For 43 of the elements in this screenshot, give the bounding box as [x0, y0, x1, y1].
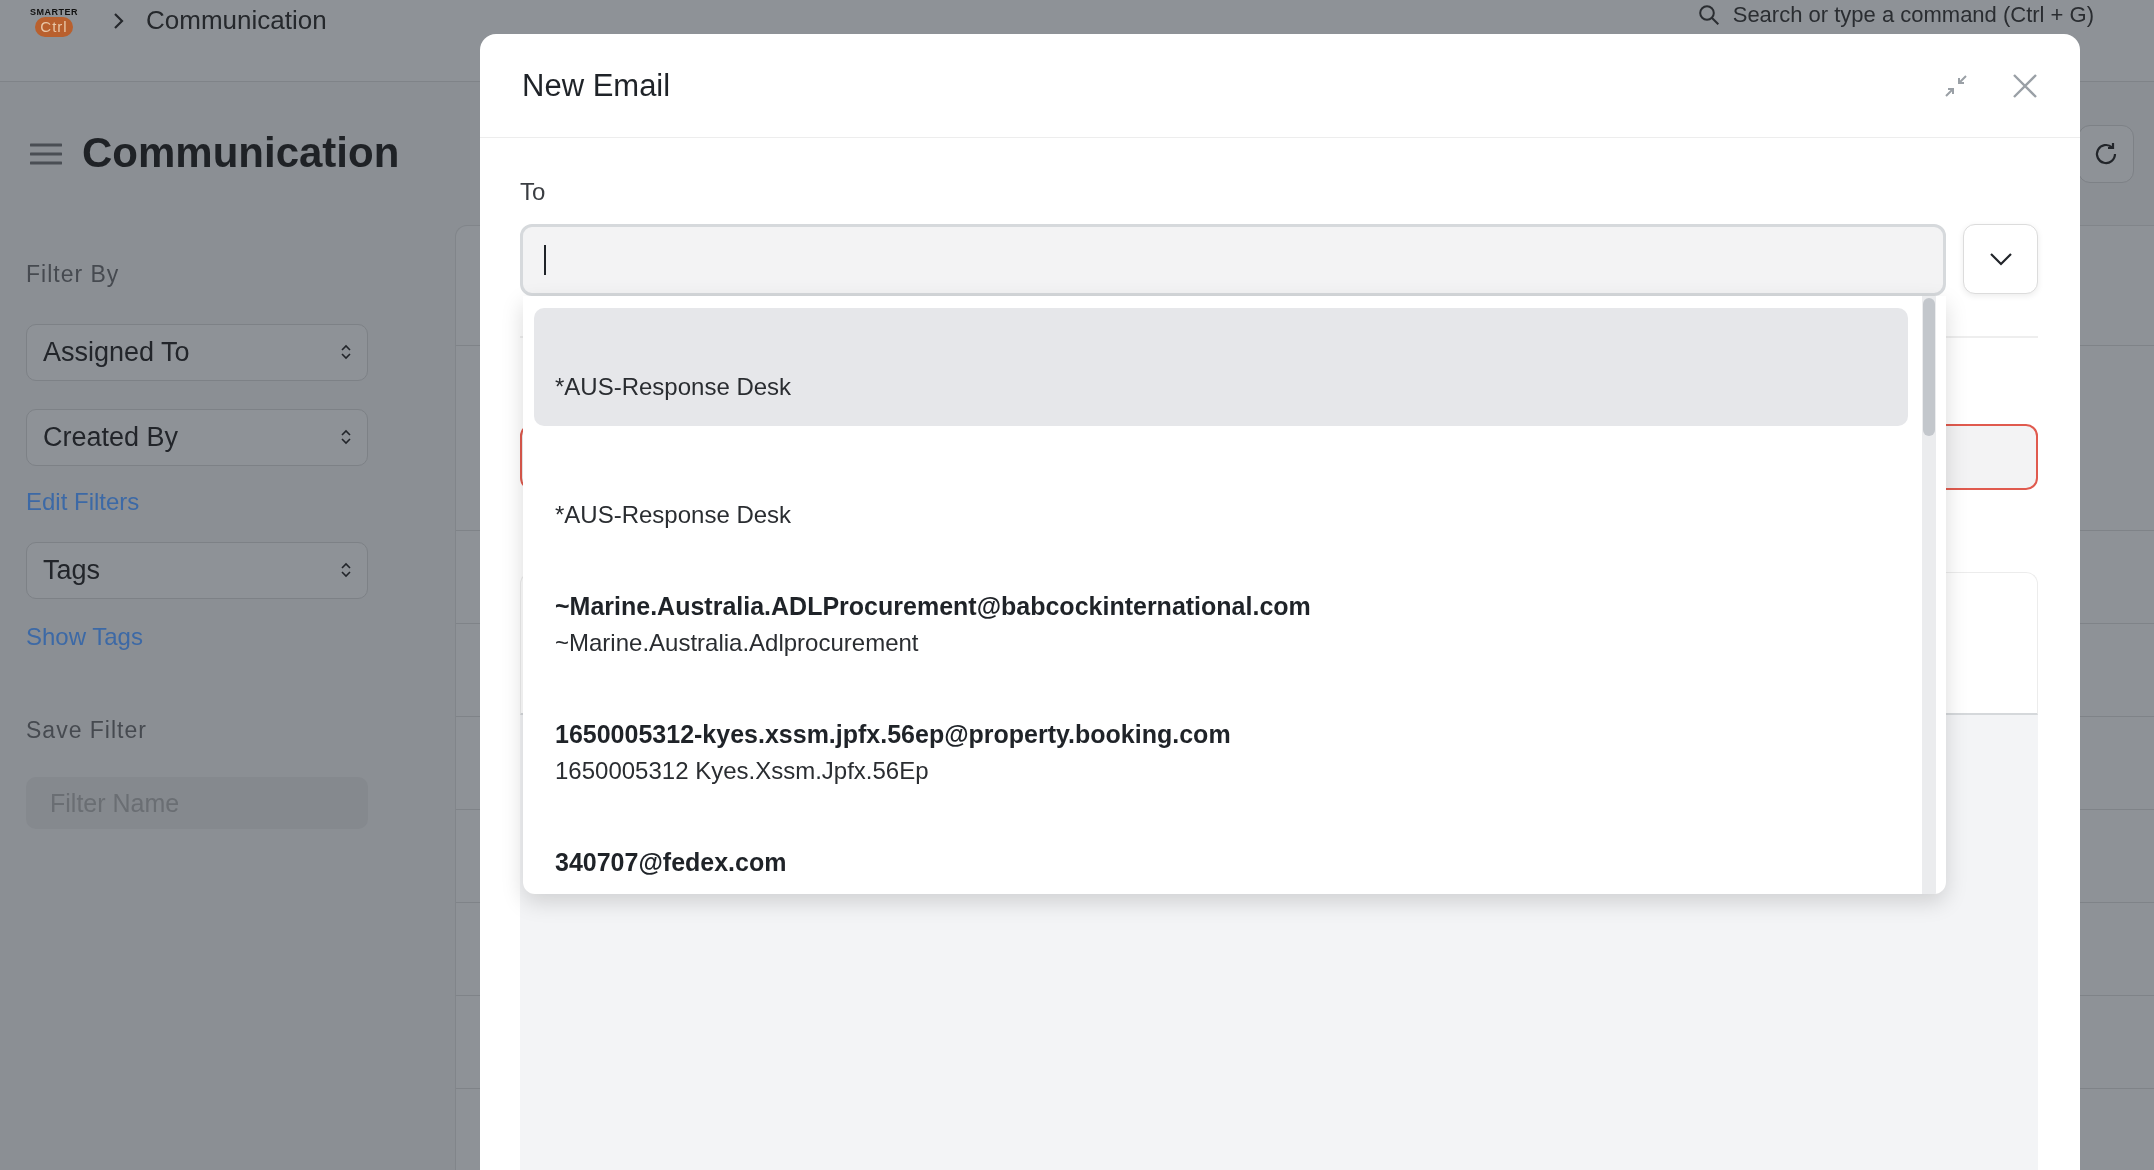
breadcrumb-link[interactable]: Communication — [146, 1, 327, 40]
text-cursor — [544, 245, 546, 275]
to-field[interactable] — [520, 224, 1946, 296]
sort-arrows-icon — [341, 429, 351, 445]
search-icon — [1698, 4, 1719, 25]
scrollbar-thumb[interactable] — [1923, 298, 1935, 436]
dropdown-button[interactable] — [1963, 224, 2038, 294]
page-title: Communication — [82, 128, 400, 179]
close-icon — [2012, 72, 2038, 99]
close-button[interactable] — [2012, 72, 2038, 99]
logo-text: Ctrl — [35, 17, 73, 37]
refresh-button[interactable] — [2078, 124, 2134, 183]
suggestion-item[interactable]: 1650005312-kyes.xssm.jpfx.56ep@property.booking.com 1650005312 Kyes.Xssm.Jpfx.56Ep — [534, 692, 1908, 810]
filter-select[interactable]: Tags — [26, 541, 368, 599]
suggestion-email: 340707@fedex.com — [555, 847, 788, 878]
dialog-title: New Email — [522, 66, 671, 105]
suggestion-item[interactable]: *AUS-Response Desk — [534, 308, 1908, 426]
search-field[interactable]: Search or type a command (Ctrl + G) — [1732, 1, 2094, 28]
suggestion-item[interactable]: *AUS-Response Desk — [534, 436, 1908, 554]
filter-select[interactable]: Created By — [26, 408, 368, 466]
refresh-icon — [2093, 140, 2119, 167]
suggestion-name: *AUS-Response Desk — [555, 372, 793, 402]
suggestion-item[interactable]: 340707@fedex.com — [534, 820, 1908, 894]
section-heading: Filter By — [26, 260, 121, 289]
suggestion-name: ~Marine.Australia.Adlprocurement — [555, 628, 920, 658]
logo-text: SMARTER — [30, 8, 78, 17]
menu-icon[interactable] — [30, 141, 62, 166]
suggestion-name: 1650005312 Kyes.Xssm.Jpfx.56Ep — [555, 756, 930, 786]
suggestion-email: ~Marine.Australia.ADLProcurement@babcockinternational.com — [555, 591, 1312, 622]
sort-arrows-icon — [341, 562, 351, 578]
logo[interactable]: SMARTER Ctrl — [30, 8, 78, 37]
sort-arrows-icon — [341, 344, 351, 360]
suggestion-name: *AUS-Response Desk — [555, 500, 793, 530]
minimize-button[interactable] — [1944, 73, 1968, 98]
filter-select[interactable]: Assigned To — [26, 323, 368, 381]
field-label: To — [520, 177, 547, 207]
suggestion-item[interactable]: ~Marine.Australia.ADLProcurement@babcockinternational.com ~Marine.Australia.Adlprocurement — [534, 564, 1908, 682]
section-heading: Save Filter — [26, 715, 148, 745]
collapse-arrows-icon — [1944, 73, 1968, 98]
chevron-right-icon — [112, 10, 126, 31]
chevron-down-icon — [1988, 252, 2013, 266]
suggestion-email: 1650005312-kyes.xssm.jpfx.56ep@property.booking.com — [555, 719, 1232, 750]
scrollbar[interactable] — [1922, 296, 1936, 894]
